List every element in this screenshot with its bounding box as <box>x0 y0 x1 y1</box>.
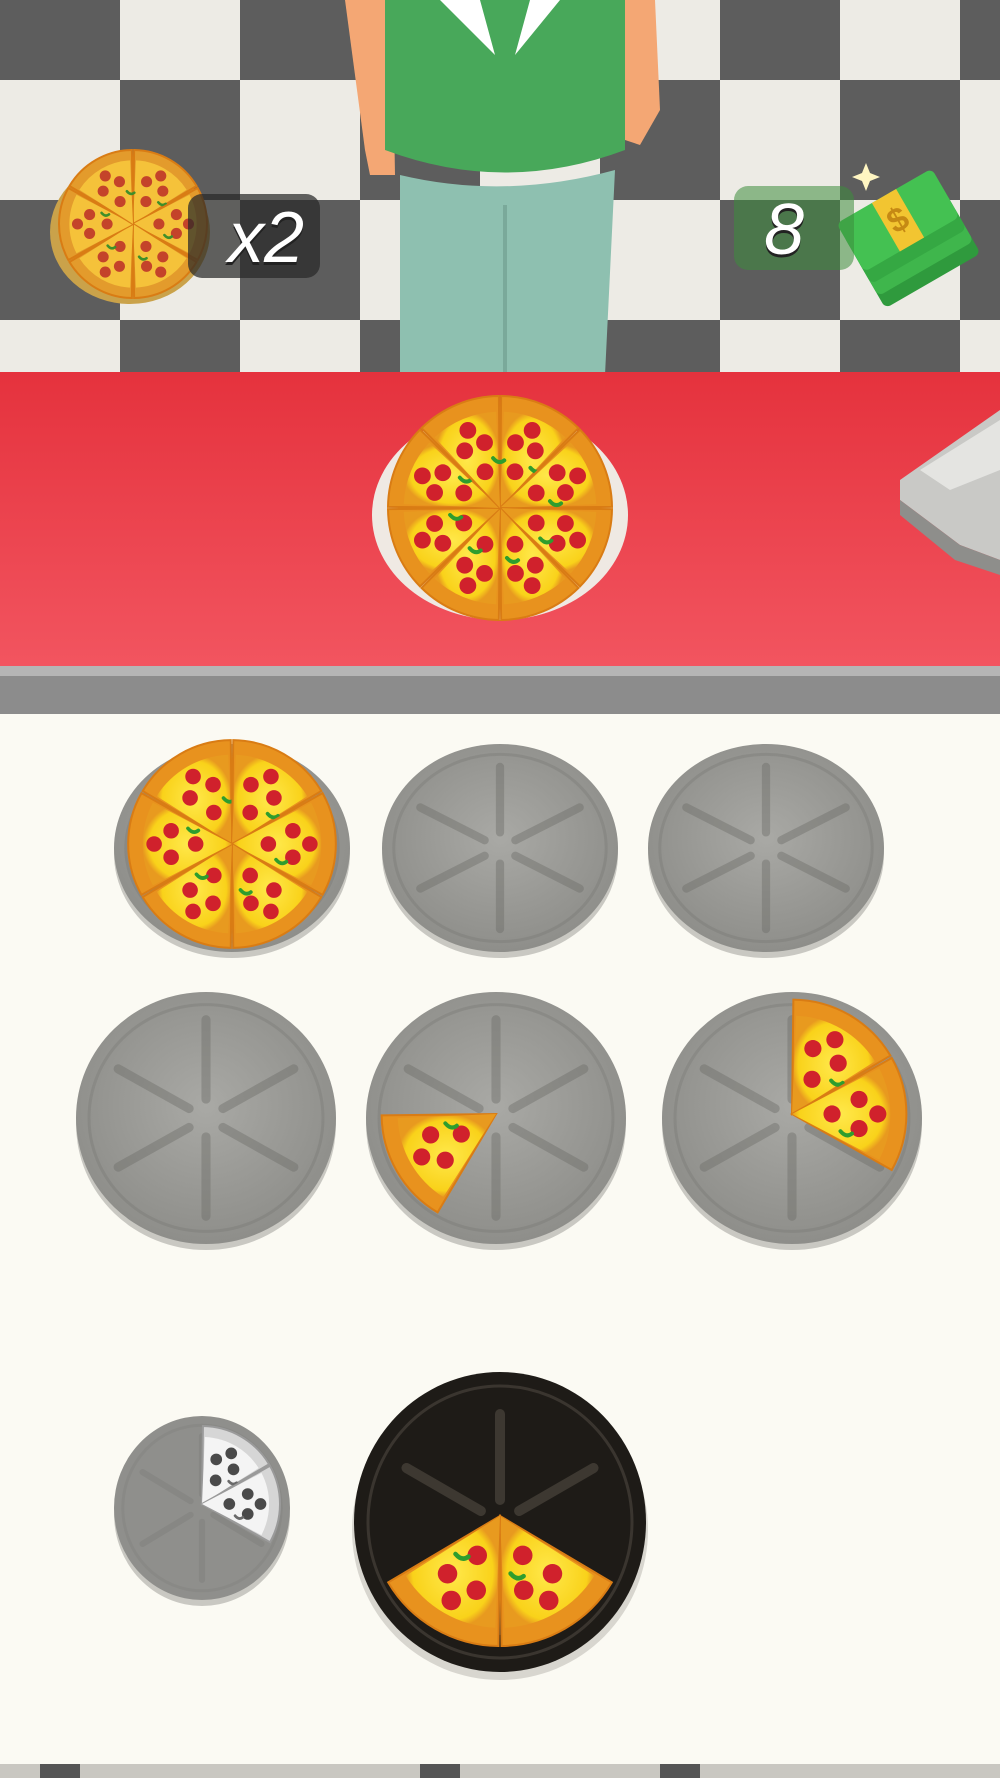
pizza-count-label: x2 <box>228 198 305 278</box>
pizza-plate[interactable] <box>382 744 618 958</box>
plate-grid <box>76 739 922 1250</box>
bottom-floor-strip <box>0 1764 1000 1778</box>
shirt <box>385 0 625 173</box>
board-cell-1-3[interactable] <box>648 744 884 958</box>
money-badge: 8 <box>734 186 854 270</box>
next-plate-preview <box>114 1416 290 1606</box>
pants <box>400 170 615 375</box>
pizza-plate[interactable] <box>76 992 336 1250</box>
pizza-plate[interactable] <box>648 744 884 958</box>
board-cell-1-2[interactable] <box>382 744 618 958</box>
pizza-count-badge: x2 <box>188 194 320 278</box>
board-cell-2-3[interactable] <box>662 992 922 1250</box>
board-cell-2-1[interactable] <box>76 992 336 1250</box>
board-cell-2-2[interactable] <box>366 992 626 1250</box>
active-plate[interactable] <box>352 1372 648 1680</box>
money-label: 8 <box>764 190 805 270</box>
